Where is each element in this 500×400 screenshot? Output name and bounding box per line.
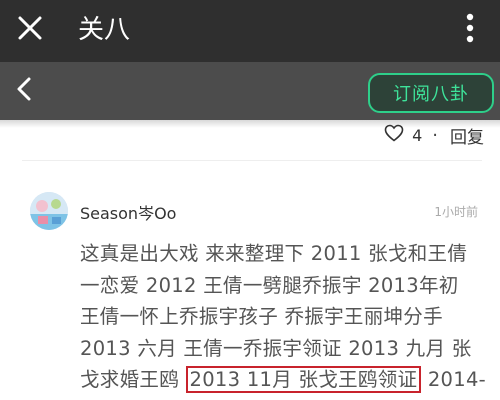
more-vertical-icon bbox=[466, 13, 474, 47]
comment-username[interactable]: Season岑Oo bbox=[80, 200, 176, 224]
comment-line: 王倩一怀上乔振宇孩子 乔振宇王丽坤分手 bbox=[80, 305, 443, 328]
back-button[interactable] bbox=[4, 68, 44, 114]
avatar[interactable] bbox=[30, 192, 68, 230]
comment-line: 2013 六月 王倩一乔振宇领证 2013 九月 张 bbox=[80, 336, 472, 360]
reply-button[interactable]: 回复 bbox=[450, 123, 484, 148]
post-actions: 4 · 回复 bbox=[384, 122, 484, 148]
comment-body: 这真是出大戏 来来整理下 2011 张戈和王倩 一恋爱 2012 王倩一劈腿乔振… bbox=[80, 238, 490, 396]
separator-dot: · bbox=[432, 124, 438, 146]
highlighted-text: 2013 11月 张戈王鸥领证 bbox=[185, 366, 422, 393]
comment-text: 戈求婚王鸥 bbox=[80, 368, 186, 391]
comment-line: 戈求婚王鸥 2013 11月 张戈王鸥领证 2014- bbox=[80, 364, 490, 396]
more-options-button[interactable] bbox=[450, 6, 490, 54]
close-button[interactable] bbox=[6, 6, 54, 54]
comment-line: 这真是出大戏 来来整理下 2011 张戈和王倩 bbox=[80, 242, 468, 265]
comment-timestamp: 1小时前 bbox=[434, 205, 478, 219]
close-icon bbox=[17, 15, 43, 45]
divider bbox=[22, 160, 482, 161]
subscribe-button[interactable]: 订阅八卦 bbox=[368, 73, 494, 113]
comment-line: 一恋爱 2012 王倩一劈腿乔振宇 2013年初 bbox=[80, 273, 459, 297]
page-title: 关八 bbox=[78, 15, 131, 45]
heart-outline-icon bbox=[384, 124, 404, 146]
like-count: 4 bbox=[412, 125, 423, 145]
back-chevron-icon bbox=[15, 76, 33, 106]
like-button[interactable]: 4 bbox=[384, 124, 432, 146]
comment-text: 2014- bbox=[421, 368, 487, 391]
title-bar: 关八 bbox=[0, 0, 500, 62]
